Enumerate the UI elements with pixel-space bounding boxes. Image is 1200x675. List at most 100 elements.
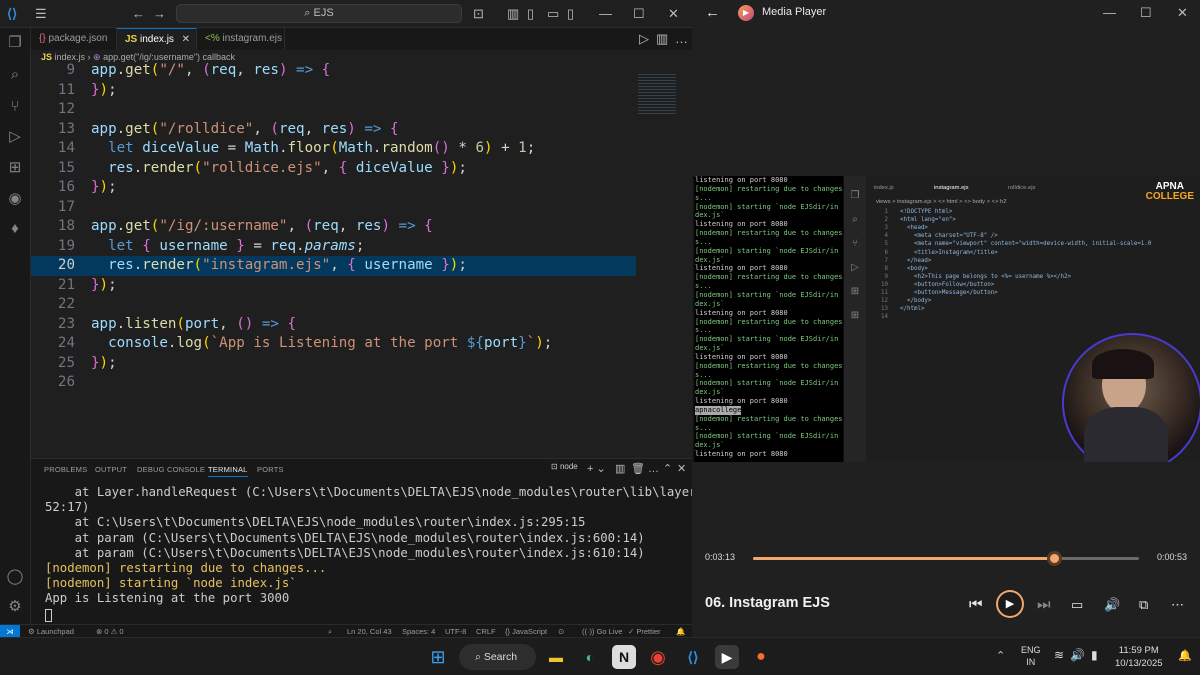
back-arrow-icon[interactable]: ← [705,5,720,21]
toggle-secondary-sidebar-icon[interactable]: ▯ [567,6,574,22]
postman-icon[interactable]: ● [749,645,773,669]
encoding[interactable]: UTF-8 [445,625,466,637]
new-terminal-icon[interactable]: + ⌄ [587,461,606,477]
code-line[interactable]: 14 let diceValue = Math.floor(Math.rando… [31,139,645,159]
code-line[interactable]: 16}); [31,178,645,198]
maximize-panel-icon[interactable]: ⌃ [663,461,672,477]
explorer-icon[interactable]: ❐ [6,34,24,52]
previous-icon[interactable]: ⏮ [969,596,983,614]
code-editor[interactable]: 9 app.get("/", (req, res) => {11}); 12 13 ap… [31,62,645,456]
code-line[interactable]: 17 [31,198,645,218]
forward-arrow-icon[interactable]: → [153,6,166,22]
cursor-position[interactable]: Ln 20, Col 43 [347,625,392,637]
more-actions-icon[interactable]: … [675,31,688,47]
more-options-icon[interactable]: ⋯ [1171,596,1184,614]
close-panel-icon[interactable]: ✕ [677,461,686,477]
miniplayer-icon[interactable]: ⧉ [1139,596,1148,614]
tab-output[interactable]: OUTPUT [95,465,127,474]
notion-icon[interactable]: N [612,645,636,669]
back-arrow-icon[interactable]: ← [132,6,145,22]
code-line[interactable]: 15 res.render("rolldice.ejs", { diceValu… [31,159,645,179]
toggle-panel-icon[interactable]: ▭ [547,6,559,22]
seek-bar[interactable] [753,557,1139,560]
system-tray-icons[interactable]: ≋🔊▮ [1054,648,1104,662]
toggle-sidebar-icon[interactable]: ▯ [527,6,534,22]
language-indicator[interactable]: ENG IN [1021,644,1041,668]
settings-gear-icon[interactable]: ⚙ [6,598,24,616]
search-icon[interactable]: ⌕ [6,66,24,84]
split-terminal-icon[interactable]: ▥ [615,461,625,477]
code-line[interactable]: 11}); [31,81,645,101]
more-icon[interactable]: … [648,461,659,477]
command-search-input[interactable]: ⌕ EJS [176,4,462,23]
maximize-icon[interactable]: ☐ [1140,5,1152,21]
code-line[interactable]: 20 res.render("instagram.ejs", { usernam… [31,256,645,276]
file-explorer-icon[interactable]: ▬ [544,645,568,669]
tab-instagram-ejs[interactable]: <% instagram.ejs [197,28,285,50]
video-frame[interactable]: listening on port 8080 [nodemon] restarti… [693,176,1200,462]
code-line[interactable]: 25}); [31,354,645,374]
tab-terminal[interactable]: TERMINAL [208,465,248,477]
tab-debug-console[interactable]: DEBUG CONSOLE [137,465,205,474]
problems-count[interactable]: ⊗ 0 ⚠ 0 [96,625,124,637]
github-icon[interactable]: ◉ [6,190,24,208]
volume-icon[interactable]: 🔊 [1104,596,1120,614]
code-line[interactable]: 9 app.get("/", (req, res) => { [31,61,645,81]
close-icon[interactable]: ✕ [1177,5,1188,21]
line-ending[interactable]: CRLF [476,625,496,637]
code-line[interactable]: 24 console.log(`App is Listening at the … [31,334,645,354]
minimize-icon[interactable]: — [1103,5,1116,21]
notifications-bell-icon[interactable]: 🔔 [1178,649,1192,662]
code-line[interactable]: 22 [31,295,645,315]
tab-index-js[interactable]: JS index.js ✕ [117,28,197,50]
code-line[interactable]: 26 [31,373,645,393]
run-debug-icon[interactable]: ▷ [6,128,24,146]
taskbar-search[interactable]: ⌕ Search [459,644,536,670]
notifications-icon[interactable]: 🔔 [676,625,685,637]
code-line[interactable]: 13 app.get("/rolldice", (req, res) => { [31,120,645,140]
indentation[interactable]: Spaces: 4 [402,625,435,637]
source-control-icon[interactable]: ⑂ [6,98,24,116]
mongodb-leaf-icon[interactable]: ♦ [6,220,24,238]
language-mode[interactable]: {} JavaScript [505,625,547,637]
captions-icon[interactable]: ▭ [1071,596,1083,614]
media-player-taskbar-icon[interactable]: ▶ [715,645,739,669]
prettier-status[interactable]: ✓ Prettier [628,625,661,637]
launchpad-button[interactable]: ⚙ Launchpad [28,625,74,637]
bell-icon[interactable]: ⌕ [328,625,332,637]
code-line[interactable]: 21}); [31,276,645,296]
close-tab-icon[interactable]: ✕ [182,29,190,51]
clock[interactable]: 11:59 PM 10/13/2025 [1115,644,1163,670]
extensions-icon[interactable]: ⊞ [6,159,24,177]
account-icon[interactable]: ◯ [6,568,24,586]
copilot-icon[interactable]: ⊡ [473,6,484,22]
terminal-selector[interactable]: ⊡ node [551,462,578,471]
trash-icon[interactable]: 🗑 [631,461,645,477]
code-line[interactable]: 12 [31,100,645,120]
menu-icon[interactable]: ☰ [35,6,47,22]
tab-problems[interactable]: PROBLEMS [44,465,87,474]
tab-package-json[interactable]: {} package.json [31,28,117,50]
layout-icon[interactable]: ▥ [507,6,519,22]
code-line[interactable]: 18 app.get("/ig/:username", (req, res) =>… [31,217,645,237]
code-line[interactable]: 23 app.listen(port, () => { [31,315,645,335]
minimap[interactable] [636,64,680,456]
remote-icon[interactable]: ⋊ [0,625,20,637]
copilot-icon[interactable]: ⊙ [558,625,564,637]
next-icon[interactable]: ⏭ [1037,596,1051,614]
edge-browser-icon[interactable]: ◐ [578,645,602,669]
minimize-icon[interactable]: — [599,6,612,22]
show-hidden-icons[interactable]: ⌃ [996,649,1005,662]
tab-ports[interactable]: PORTS [257,465,284,474]
vscode-taskbar-icon[interactable]: ⟨⟩ [681,645,705,669]
split-editor-icon[interactable]: ▥ [656,31,668,47]
chrome-icon[interactable]: ◉ [646,645,670,669]
run-file-icon[interactable]: ▷ [639,31,649,47]
go-live-button[interactable]: ((·)) Go Live [582,625,622,637]
play-button[interactable]: ▶ [996,590,1024,618]
seek-knob[interactable] [1047,551,1063,566]
windows-start-icon[interactable]: ⊞ [426,645,450,669]
close-icon[interactable]: ✕ [668,6,679,22]
maximize-icon[interactable]: ☐ [633,6,645,22]
code-line[interactable]: 19 let { username } = req.params; [31,237,645,257]
